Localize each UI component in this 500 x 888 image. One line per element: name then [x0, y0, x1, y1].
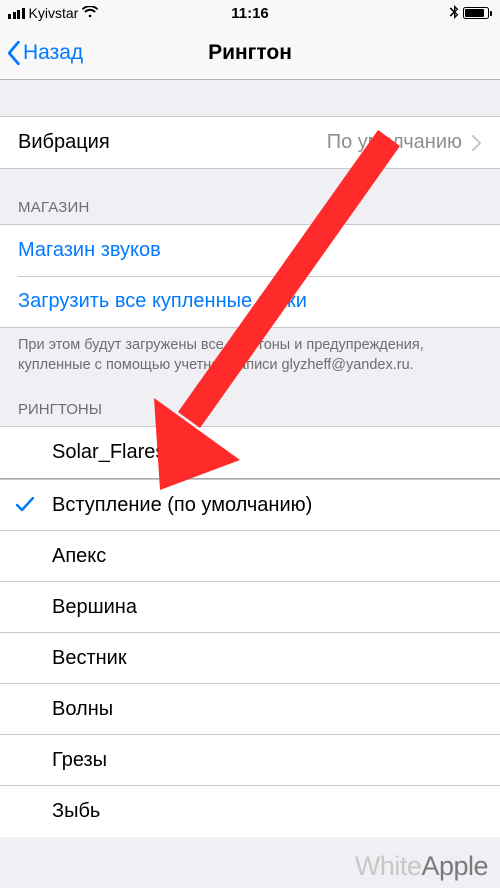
- ringtone-item[interactable]: Зыбь: [0, 786, 500, 837]
- ringtones-header: РИНГТОНЫ: [0, 381, 500, 426]
- checkmark-icon: [16, 497, 34, 513]
- ringtone-label: Вестник: [52, 647, 127, 670]
- store-header: МАГАЗИН: [0, 169, 500, 224]
- ringtone-item[interactable]: Вступление (по умолчанию): [0, 480, 500, 531]
- battery-icon: [463, 7, 493, 19]
- wifi-icon: [82, 5, 98, 21]
- status-left: Kyivstar: [8, 5, 98, 21]
- ringtones-custom-group: Solar_Flares: [0, 426, 500, 478]
- signal-bars-icon: [8, 8, 25, 19]
- store-group: Магазин звуков Загрузить все купленные з…: [0, 224, 500, 328]
- vibration-group: Вибрация По умолчанию: [0, 116, 500, 169]
- chevron-left-icon: [6, 41, 21, 65]
- watermark-part1: White: [355, 851, 422, 881]
- vibration-value: По умолчанию: [327, 131, 462, 154]
- vibration-cell[interactable]: Вибрация По умолчанию: [0, 117, 500, 168]
- ringtone-item[interactable]: Вестник: [0, 633, 500, 684]
- ringtones-builtin-group: Вступление (по умолчанию) Апекс Вершина Вес…: [0, 479, 500, 837]
- sounds-store-link[interactable]: Магазин звуков: [0, 225, 500, 276]
- carrier-label: Kyivstar: [29, 5, 79, 21]
- ringtone-label: Solar_Flares: [52, 441, 165, 464]
- ringtone-item[interactable]: Волны: [0, 684, 500, 735]
- ringtone-label: Апекс: [52, 545, 106, 568]
- ringtone-label: Зыбь: [52, 800, 100, 823]
- ringtone-label: Волны: [52, 698, 113, 721]
- ringtone-label: Вступление (по умолчанию): [52, 494, 312, 517]
- back-label: Назад: [23, 41, 83, 65]
- ringtone-label: Грезы: [52, 749, 107, 772]
- chevron-right-icon: [472, 135, 482, 151]
- ringtone-label: Вершина: [52, 596, 137, 619]
- vibration-label: Вибрация: [18, 131, 327, 154]
- sounds-store-label: Магазин звуков: [18, 239, 482, 262]
- status-right: [449, 5, 493, 22]
- download-all-link[interactable]: Загрузить все купленные звуки: [0, 276, 500, 327]
- bluetooth-icon: [449, 5, 459, 22]
- status-bar: Kyivstar 11:16: [0, 0, 500, 26]
- ringtone-item-custom[interactable]: Solar_Flares: [0, 427, 500, 478]
- ringtone-item[interactable]: Вершина: [0, 582, 500, 633]
- nav-bar: Назад Рингтон: [0, 26, 500, 80]
- spacer: [0, 80, 500, 116]
- watermark-part2: Apple: [421, 851, 488, 881]
- download-all-label: Загрузить все купленные звуки: [18, 290, 482, 313]
- ringtone-item[interactable]: Апекс: [0, 531, 500, 582]
- back-button[interactable]: Назад: [6, 41, 83, 65]
- store-footer: При этом будут загружены все рингтоны и …: [0, 328, 500, 381]
- watermark: WhiteApple: [355, 851, 488, 882]
- ringtone-item[interactable]: Грезы: [0, 735, 500, 786]
